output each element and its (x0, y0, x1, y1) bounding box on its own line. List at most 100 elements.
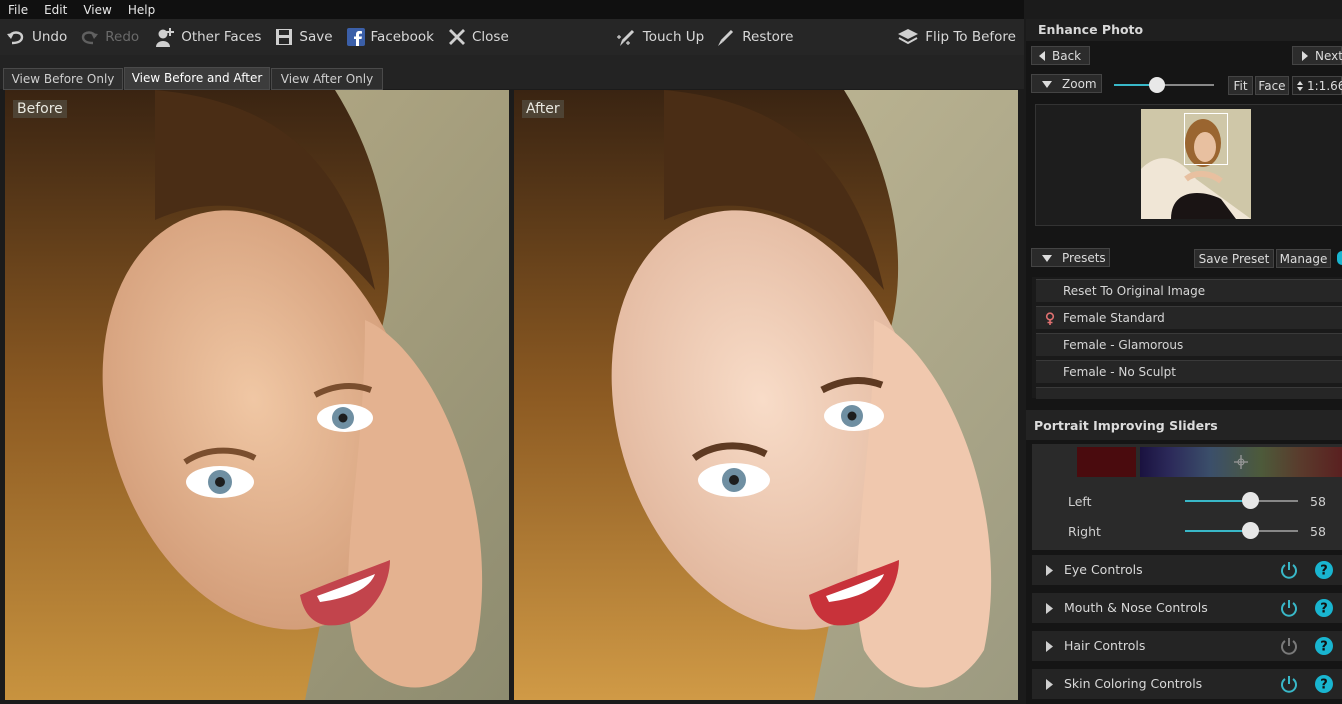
right-slider-label: Right (1068, 524, 1101, 539)
back-label: Back (1052, 49, 1082, 63)
other-faces-label: Other Faces (181, 29, 262, 45)
save-button[interactable]: Save (269, 19, 338, 55)
chevron-right-icon (1046, 679, 1053, 690)
facebook-button[interactable]: Facebook (341, 19, 440, 55)
undo-label: Undo (32, 29, 68, 45)
menu-help[interactable]: Help (120, 3, 163, 17)
chevron-down-icon (1042, 81, 1052, 88)
close-button[interactable]: Close (442, 19, 515, 55)
touch-up-button[interactable]: Touch Up (611, 19, 711, 55)
before-label: Before (13, 100, 67, 118)
flip-to-before-button[interactable]: Flip To Before (891, 19, 1024, 55)
enhance-photo-title: Enhance Photo (1026, 19, 1342, 41)
close-icon (448, 29, 465, 45)
mouth-nose-controls-label: Mouth & Nose Controls (1064, 600, 1208, 615)
touch-up-brush-icon (616, 29, 634, 46)
redo-button[interactable]: Redo (73, 19, 145, 55)
skin-coloring-controls-section[interactable]: Skin Coloring Controls ? (1032, 669, 1342, 699)
preset-female-standard-label: Female Standard (1063, 311, 1165, 325)
facebook-label: Facebook (370, 29, 434, 45)
sliders-title: Portrait Improving Sliders (1034, 418, 1218, 433)
after-photo-pane[interactable]: After (514, 90, 1018, 700)
svg-text:?: ? (1320, 640, 1328, 655)
before-photo-pane[interactable]: Before (5, 90, 509, 700)
layers-icon (898, 29, 919, 45)
preset-female-no-sculpt[interactable]: Female - No Sculpt (1036, 360, 1342, 383)
menu-file[interactable]: File (0, 3, 36, 17)
restore-label: Restore (742, 29, 794, 45)
other-faces-button[interactable]: Other Faces (149, 19, 267, 55)
color-swatch[interactable] (1077, 447, 1136, 477)
right-slider-thumb[interactable] (1242, 522, 1259, 539)
chevron-right-icon (1302, 51, 1308, 61)
manage-presets-button[interactable]: Manage (1276, 249, 1331, 268)
left-slider-fill (1185, 500, 1250, 502)
hair-controls-help-icon[interactable]: ? (1315, 637, 1333, 655)
chevron-right-icon (1046, 603, 1053, 614)
presets-info-icon[interactable] (1337, 251, 1342, 265)
tab-view-after-only[interactable]: View After Only (271, 68, 383, 90)
add-face-icon (156, 28, 175, 47)
facebook-icon (346, 28, 365, 46)
save-preset-button[interactable]: Save Preset (1194, 249, 1274, 268)
svg-text:?: ? (1320, 602, 1328, 617)
skin-coloring-power-icon[interactable] (1280, 675, 1298, 693)
redo-label: Redo (105, 29, 140, 45)
crosshair-icon (1234, 455, 1248, 469)
skin-coloring-help-icon[interactable]: ? (1315, 675, 1333, 693)
navigator-viewport[interactable] (1184, 113, 1228, 165)
undo-button[interactable]: Undo (0, 19, 73, 55)
eye-controls-help-icon[interactable]: ? (1315, 561, 1333, 579)
close-label: Close (471, 29, 509, 45)
preset-reset-to-original[interactable]: Reset To Original Image (1036, 279, 1342, 302)
svg-text:?: ? (1320, 678, 1328, 693)
menu-edit[interactable]: Edit (36, 3, 75, 17)
female-symbol-icon (1045, 312, 1055, 325)
back-button[interactable]: Back (1031, 46, 1090, 65)
left-slider[interactable] (1185, 492, 1298, 509)
redo-icon (82, 31, 99, 45)
chevron-down-icon (1042, 255, 1052, 262)
view-tabs: View Before Only View Before and After V… (0, 55, 1024, 90)
eye-controls-power-icon[interactable] (1280, 561, 1298, 579)
tab-view-before-and-after[interactable]: View Before and After (124, 67, 270, 90)
face-button[interactable]: Face (1255, 76, 1289, 95)
mouth-nose-power-icon[interactable] (1280, 599, 1298, 617)
chevron-right-icon (1046, 565, 1053, 576)
chevron-right-icon (1046, 641, 1053, 652)
right-slider-value: 58 (1310, 524, 1326, 539)
presets-toggle[interactable]: Presets (1031, 248, 1110, 267)
skin-coloring-controls-label: Skin Coloring Controls (1064, 676, 1203, 691)
zoom-slider[interactable] (1114, 77, 1214, 93)
presets-label: Presets (1062, 251, 1106, 265)
hair-controls-power-icon[interactable] (1280, 637, 1298, 655)
preset-female-standard[interactable]: Female Standard (1036, 306, 1342, 329)
color-spectrum[interactable] (1140, 447, 1342, 477)
fit-button[interactable]: Fit (1228, 76, 1253, 95)
tab-view-before-only[interactable]: View Before Only (3, 68, 123, 90)
before-photo (5, 90, 509, 700)
touch-up-label: Touch Up (642, 29, 705, 45)
next-button[interactable]: Next (1292, 46, 1342, 65)
mouth-nose-controls-section[interactable]: Mouth & Nose Controls ? (1032, 593, 1342, 623)
eye-controls-section[interactable]: Eye Controls ? (1032, 555, 1342, 585)
after-label: After (522, 100, 564, 118)
hair-controls-section[interactable]: Hair Controls ? (1032, 631, 1342, 661)
toolbar: Undo Redo Other Faces Save Facebook Clos… (0, 19, 1024, 55)
svg-text:?: ? (1320, 564, 1328, 579)
after-photo (514, 90, 1018, 700)
zoom-toggle[interactable]: Zoom (1031, 74, 1102, 93)
flip-to-before-label: Flip To Before (925, 29, 1016, 45)
zoom-label: Zoom (1062, 77, 1097, 91)
zoom-value-field[interactable]: 1:1.66 (1292, 76, 1342, 95)
menu-view[interactable]: View (75, 3, 119, 17)
restore-button[interactable]: Restore (710, 19, 799, 55)
spinner-arrows-icon (1297, 81, 1303, 91)
mouth-nose-help-icon[interactable]: ? (1315, 599, 1333, 617)
restore-brush-icon (718, 29, 734, 46)
preset-female-glamorous[interactable]: Female - Glamorous (1036, 333, 1342, 356)
left-slider-thumb[interactable] (1242, 492, 1259, 509)
right-slider[interactable] (1185, 522, 1298, 539)
zoom-slider-thumb[interactable] (1149, 77, 1165, 93)
menu-bar: File Edit View Help (0, 0, 1024, 19)
